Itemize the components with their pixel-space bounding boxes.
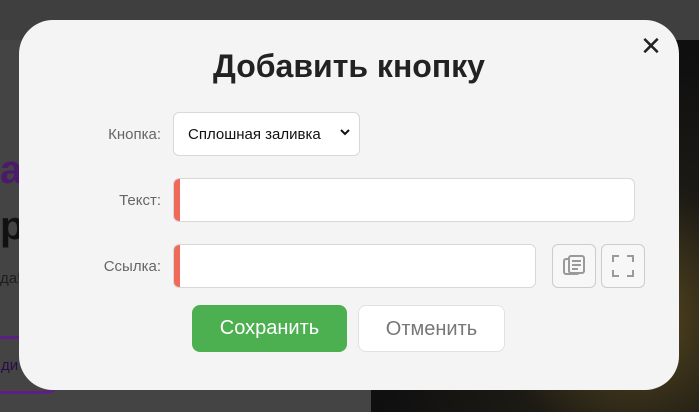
dialog-title: Добавить кнопку (213, 48, 485, 84)
link-field (173, 244, 536, 288)
button-type-select[interactable]: Сплошная заливка (173, 112, 360, 156)
link-label: Ссылка: (103, 258, 161, 275)
paste-icon (563, 255, 585, 275)
fullscreen-button[interactable] (601, 244, 645, 288)
save-button[interactable]: Сохранить (192, 305, 347, 352)
link-input[interactable] (182, 245, 533, 287)
button-type-selected: Сплошная заливка (188, 126, 321, 143)
fullscreen-icon (612, 255, 634, 277)
text-label: Текст: (119, 192, 161, 209)
button-type-label: Кнопка: (108, 126, 161, 143)
chevron-down-icon (340, 129, 350, 136)
cancel-button[interactable]: Отменить (358, 305, 505, 352)
background-button-label: ди (1, 357, 19, 374)
text-field (173, 178, 635, 222)
add-button-dialog: ✕ Добавить кнопку Кнопка: Сплошная залив… (19, 20, 679, 390)
required-marker (174, 179, 180, 221)
text-input[interactable] (182, 179, 632, 221)
paste-button[interactable] (552, 244, 596, 288)
required-marker (174, 245, 180, 287)
